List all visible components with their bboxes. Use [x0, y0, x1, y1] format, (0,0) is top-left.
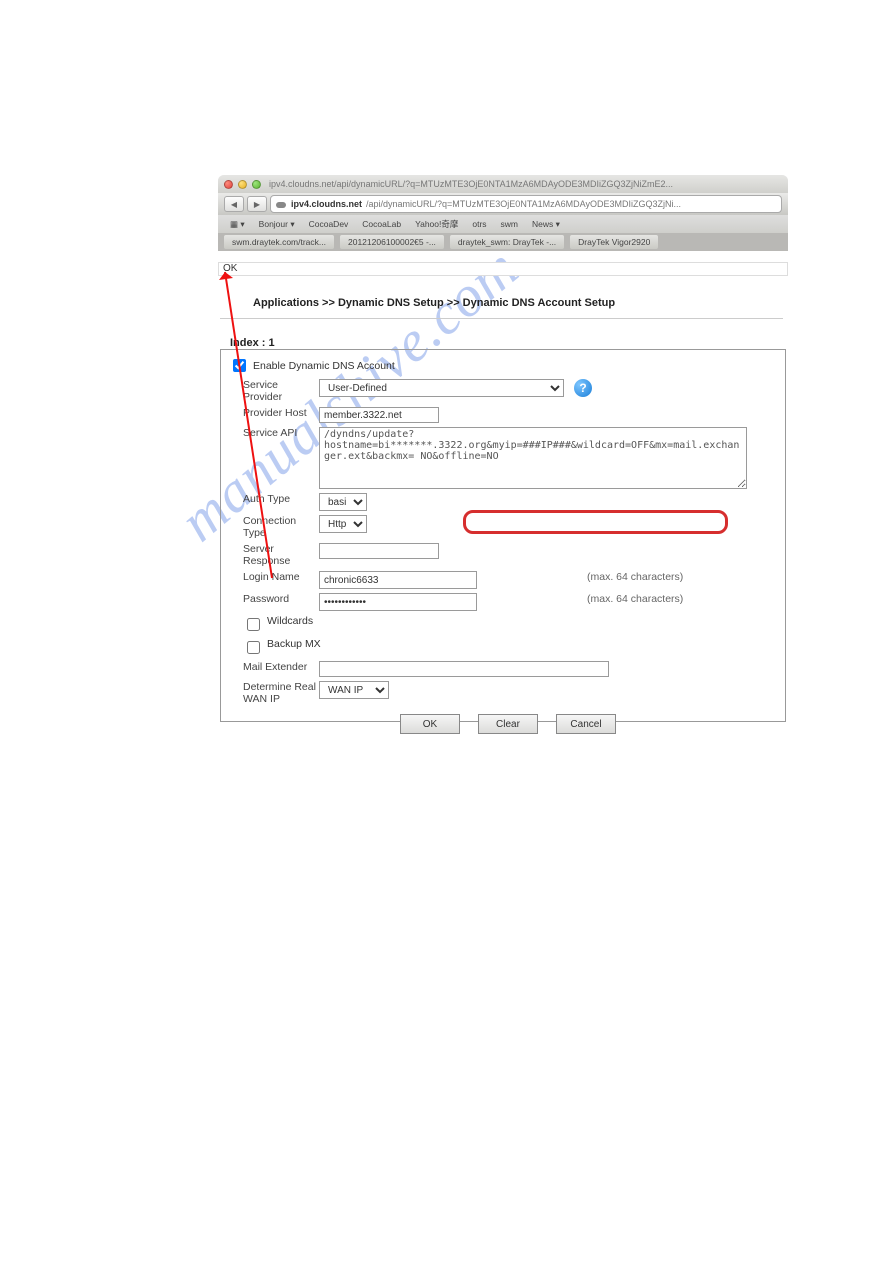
browser-titlebar: ipv4.cloudns.net/api/dynamicURL/?q=MTUzM… [218, 175, 788, 193]
password-label: Password [229, 593, 319, 605]
forward-button[interactable] [247, 196, 267, 212]
cancel-button[interactable]: Cancel [556, 714, 616, 734]
cloud-icon [275, 199, 287, 209]
zoom-icon[interactable] [252, 180, 261, 189]
close-icon[interactable] [224, 180, 233, 189]
connection-type-select[interactable]: Http [319, 515, 367, 533]
url-path: /api/dynamicURL/?q=MTUzMTE3OjE0NTA1MzA6M… [366, 199, 681, 209]
page-response: OK [218, 262, 788, 276]
wildcards-checkbox[interactable] [247, 618, 260, 631]
address-row: ipv4.cloudns.net /api/dynamicURL/?q=MTUz… [218, 193, 788, 215]
auth-type-label: Auth Type [229, 493, 319, 505]
tab[interactable]: 20121206100002€5 -... [340, 235, 444, 249]
tab[interactable]: swm.draytek.com/track... [224, 235, 334, 249]
url-host: ipv4.cloudns.net [291, 199, 362, 209]
enable-label: Enable Dynamic DNS Account [253, 360, 395, 372]
determine-wan-select[interactable]: WAN IP [319, 681, 389, 699]
bookmark-item[interactable]: CocoaLab [356, 218, 407, 230]
password-input[interactable] [319, 593, 477, 611]
divider [220, 318, 783, 319]
action-buttons: OK Clear Cancel [400, 714, 616, 734]
mail-extender-label: Mail Extender [229, 661, 319, 673]
login-name-label: Login Name [229, 571, 319, 583]
window-title: ipv4.cloudns.net/api/dynamicURL/?q=MTUzM… [269, 179, 673, 189]
bookmark-bar: ▦ ▾ Bonjour ▾ CocoaDev CocoaLab Yahoo!奇摩… [218, 215, 788, 233]
service-api-label: Service API [229, 427, 319, 439]
login-name-input[interactable] [319, 571, 477, 589]
index-header: Index : 1 [230, 337, 275, 349]
connection-type-label: Connection Type [229, 515, 319, 539]
login-hint: (max. 64 characters) [587, 571, 683, 583]
wildcards-label: Wildcards [267, 615, 313, 627]
tab-bar: swm.draytek.com/track... 20121206100002€… [218, 233, 788, 251]
traffic-lights [224, 180, 261, 189]
bookmark-item[interactable]: otrs [466, 218, 492, 230]
mail-extender-input[interactable] [319, 661, 609, 677]
ddns-form-panel: Enable Dynamic DNS Account Service Provi… [220, 349, 786, 722]
backup-mx-label: Backup MX [267, 638, 321, 650]
help-icon[interactable]: ? [574, 379, 592, 397]
service-provider-label: Service Provider [229, 379, 319, 403]
auth-type-select[interactable]: basic [319, 493, 367, 511]
browser-window: ipv4.cloudns.net/api/dynamicURL/?q=MTUzM… [218, 175, 788, 251]
service-api-textarea[interactable]: /dyndns/update? hostname=bi*******.3322.… [319, 427, 747, 489]
tab[interactable]: draytek_swm: DrayTek -... [450, 235, 564, 249]
bookmark-item[interactable]: swm [495, 218, 524, 230]
url-bar[interactable]: ipv4.cloudns.net /api/dynamicURL/?q=MTUz… [270, 195, 782, 213]
server-response-label: Server Response [229, 543, 319, 567]
determine-wan-label: Determine Real WAN IP [229, 681, 319, 705]
provider-host-label: Provider Host [229, 407, 319, 419]
bookmark-item[interactable]: News ▾ [526, 218, 566, 231]
bookmark-item[interactable]: ▦ ▾ [224, 218, 251, 231]
bookmark-item[interactable]: Bonjour ▾ [253, 218, 301, 231]
clear-button[interactable]: Clear [478, 714, 538, 734]
provider-host-input[interactable] [319, 407, 439, 423]
enable-checkbox[interactable] [233, 359, 246, 372]
password-hint: (max. 64 characters) [587, 593, 683, 605]
bookmark-item[interactable]: CocoaDev [303, 218, 355, 230]
backup-mx-checkbox[interactable] [247, 641, 260, 654]
breadcrumb: Applications >> Dynamic DNS Setup >> Dyn… [253, 297, 615, 309]
back-button[interactable] [224, 196, 244, 212]
tab[interactable]: DrayTek Vigor2920 [570, 235, 658, 249]
server-response-input[interactable] [319, 543, 439, 559]
bookmark-item[interactable]: Yahoo!奇摩 [409, 217, 464, 231]
ok-button[interactable]: OK [400, 714, 460, 734]
minimize-icon[interactable] [238, 180, 247, 189]
service-provider-select[interactable]: User-Defined [319, 379, 564, 397]
